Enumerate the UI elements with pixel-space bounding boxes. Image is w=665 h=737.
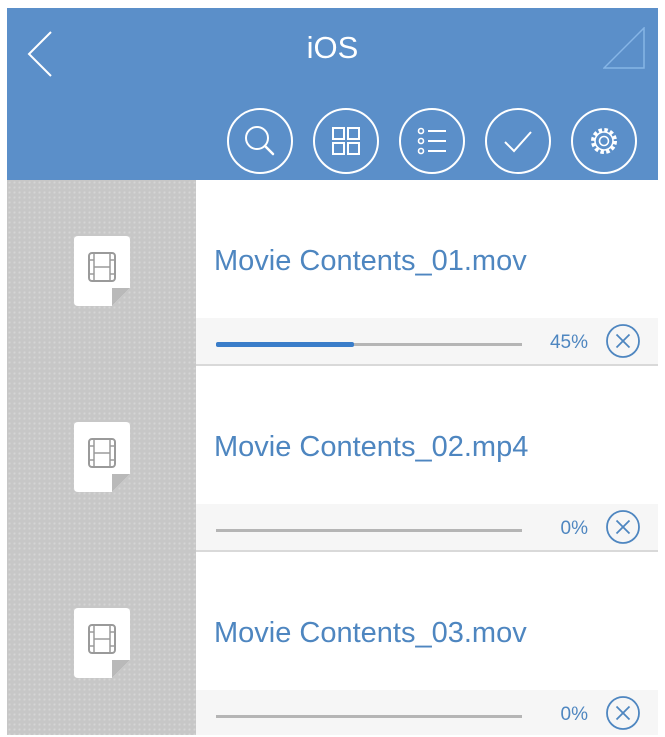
file-name[interactable]: Movie Contents_03.mov bbox=[214, 614, 527, 652]
triangle-outline-icon bbox=[603, 27, 645, 69]
close-circle-icon bbox=[606, 324, 640, 358]
close-circle-icon bbox=[606, 510, 640, 544]
file-thumbnail bbox=[7, 552, 196, 735]
video-file-icon bbox=[74, 236, 130, 306]
file-name[interactable]: Movie Contents_02.mp4 bbox=[214, 428, 528, 466]
progress-percent: 45% bbox=[549, 332, 588, 353]
cancel-download-button[interactable] bbox=[605, 695, 641, 731]
video-file-icon bbox=[74, 422, 130, 492]
progress-percent: 0% bbox=[560, 704, 588, 725]
video-file-icon bbox=[74, 608, 130, 678]
progress-row: 0% bbox=[196, 690, 658, 735]
file-thumbnail bbox=[7, 366, 196, 552]
list-item: Movie Contents_03.mov 0% bbox=[7, 552, 658, 735]
progress-bar bbox=[216, 715, 522, 718]
page-title: iOS bbox=[306, 30, 359, 65]
search-button[interactable] bbox=[226, 107, 294, 175]
search-icon bbox=[227, 108, 293, 174]
settings-button[interactable] bbox=[570, 107, 638, 175]
progress-row: 45% bbox=[196, 318, 658, 364]
list-item: Movie Contents_02.mp4 0% bbox=[7, 366, 658, 552]
app-screen: iOS Movie Contents_01.mov 45% Movie Cont… bbox=[7, 8, 658, 735]
checkmark-icon bbox=[485, 108, 551, 174]
navigation-header: iOS bbox=[7, 8, 658, 180]
grid-view-button[interactable] bbox=[312, 107, 380, 175]
progress-bar bbox=[216, 342, 522, 347]
list-icon bbox=[399, 108, 465, 174]
grid-icon bbox=[313, 108, 379, 174]
file-thumbnail bbox=[7, 180, 196, 366]
close-circle-icon bbox=[606, 696, 640, 730]
file-name[interactable]: Movie Contents_01.mov bbox=[214, 242, 527, 280]
progress-row: 0% bbox=[196, 504, 658, 550]
progress-bar bbox=[216, 529, 522, 532]
progress-percent: 0% bbox=[560, 518, 588, 539]
list-view-button[interactable] bbox=[398, 107, 466, 175]
download-list: Movie Contents_01.mov 45% Movie Contents… bbox=[7, 180, 658, 735]
cancel-download-button[interactable] bbox=[605, 323, 641, 359]
gear-icon bbox=[571, 108, 637, 174]
cancel-download-button[interactable] bbox=[605, 509, 641, 545]
progress-bar-fill bbox=[216, 342, 354, 347]
select-button[interactable] bbox=[484, 107, 552, 175]
list-item: Movie Contents_01.mov 45% bbox=[7, 180, 658, 366]
